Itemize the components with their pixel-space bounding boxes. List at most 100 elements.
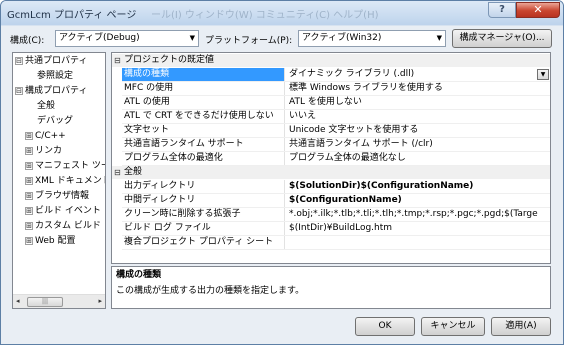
chevron-down-icon: ▼ bbox=[189, 34, 195, 42]
tree-item[interactable]: ⊞ Web 配置 bbox=[25, 235, 75, 248]
tree-item[interactable]: ⊞ リンカ bbox=[25, 145, 62, 158]
platform-combo[interactable]: アクティブ(Win32) ▼ bbox=[298, 30, 446, 47]
property-value[interactable]: $(SolutionDir)$(ConfigurationName) bbox=[287, 180, 550, 193]
property-name[interactable]: 複合プロジェクト プロパティ シート bbox=[122, 236, 285, 249]
tree-item-label: C/C++ bbox=[35, 131, 66, 141]
scrollbar-thumb[interactable]: ||| bbox=[27, 297, 63, 307]
property-value[interactable] bbox=[287, 236, 550, 249]
configuration-combo[interactable]: アクティブ(Debug) ▼ bbox=[55, 30, 199, 47]
property-name[interactable]: プログラム全体の最適化 bbox=[122, 152, 285, 165]
property-row[interactable]: 複合プロジェクト プロパティ シート bbox=[122, 236, 550, 250]
property-row[interactable]: ATL の使用 ATL を使用しない bbox=[122, 96, 550, 110]
expand-icon[interactable]: ⊞ bbox=[25, 131, 33, 140]
property-grid: ⊟ プロジェクトの既定値 構成の種類 ダイナミック ライブラリ (.dll) ▼ MFC … bbox=[111, 52, 551, 264]
property-value[interactable]: Unicode 文字セットを使用する bbox=[287, 124, 550, 137]
tree-item-label: ブラウザ情報 bbox=[35, 191, 90, 201]
property-name[interactable]: 出力ディレクトリ bbox=[122, 180, 285, 193]
ok-button[interactable]: OK bbox=[355, 317, 415, 336]
collapse-icon[interactable]: ⊟ bbox=[114, 166, 121, 179]
property-name[interactable]: 構成の種類 bbox=[122, 68, 285, 81]
tree-item-label: マニフェスト ツー bbox=[35, 161, 106, 171]
horizontal-scrollbar[interactable]: ◂ ||| ▸ bbox=[13, 294, 105, 308]
configuration-manager-button[interactable]: 構成マネージャ(O)... bbox=[452, 29, 552, 48]
configuration-value: アクティブ(Debug) bbox=[59, 33, 140, 43]
tree-item[interactable]: 参照設定 bbox=[25, 70, 73, 83]
apply-button[interactable]: 適用(A) bbox=[491, 317, 551, 336]
property-pages-dialog: GcmLcm プロパティ ページ ール(I) ウィンドウ(W) コミュニティ(C… bbox=[0, 0, 564, 345]
collapse-icon[interactable]: ⊟ bbox=[15, 86, 23, 95]
grid-category-title: プロジェクトの既定値 bbox=[124, 55, 215, 65]
property-row[interactable]: 構成の種類 ダイナミック ライブラリ (.dll) ▼ bbox=[122, 68, 550, 82]
chevron-down-icon[interactable]: ▼ bbox=[537, 69, 549, 80]
property-row[interactable]: クリーン時に削除する拡張子 *.obj;*.ilk;*.tlb;*.tli;*.t… bbox=[122, 208, 550, 222]
property-tree: ⊟ 共通プロパティ 参照設定 ⊟ 構成プロパティ 全般 デバッグ ⊞ C/C++ ⊞ リンカ ⊞ マニフ… bbox=[12, 52, 106, 309]
tree-item-label: 全般 bbox=[37, 101, 56, 111]
property-value[interactable]: ダイナミック ライブラリ (.dll) bbox=[287, 68, 550, 81]
tree-item[interactable]: ⊞ ブラウザ情報 bbox=[25, 190, 89, 203]
tree-item[interactable]: ⊟ 構成プロパティ bbox=[15, 85, 87, 98]
window-title: GcmLcm プロパティ ページ bbox=[7, 10, 137, 21]
property-row[interactable]: ビルド ログ ファイル $(IntDir)¥BuildLog.htm bbox=[122, 222, 550, 236]
expand-icon[interactable]: ⊞ bbox=[25, 161, 33, 170]
property-name[interactable]: 共通言語ランタイム サポート bbox=[122, 138, 285, 151]
background-menu-text: ール(I) ウィンドウ(W) コミュニティ(C) ヘルプ(H) bbox=[151, 10, 379, 21]
scroll-left-icon[interactable]: ◂ bbox=[16, 297, 20, 305]
property-value[interactable]: *.obj;*.ilk;*.tlb;*.tli;*.tlh;*.tmp;*.rs… bbox=[287, 208, 550, 221]
property-name[interactable]: MFC の使用 bbox=[122, 82, 285, 95]
tree-item[interactable]: ⊞ XML ドキュメント bbox=[25, 175, 106, 188]
property-value[interactable]: $(IntDir)¥BuildLog.htm bbox=[287, 222, 550, 235]
expand-icon[interactable]: ⊞ bbox=[25, 206, 33, 215]
title-bar[interactable]: GcmLcm プロパティ ページ ール(I) ウィンドウ(W) コミュニティ(C… bbox=[1, 1, 563, 25]
tree-item[interactable]: ⊟ 共通プロパティ bbox=[15, 55, 87, 68]
property-row[interactable]: 中間ディレクトリ $(ConfigurationName) bbox=[122, 194, 550, 208]
expand-icon[interactable]: ⊞ bbox=[25, 236, 33, 245]
tree-item-label: 共通プロパティ bbox=[25, 56, 88, 66]
expand-icon[interactable]: ⊞ bbox=[25, 176, 33, 185]
tree-item[interactable]: ⊞ マニフェスト ツー bbox=[25, 160, 106, 173]
property-row[interactable]: 共通言語ランタイム サポート 共通言語ランタイム サポート (/clr) bbox=[122, 138, 550, 152]
description-title: 構成の種類 bbox=[116, 270, 162, 280]
property-name[interactable]: 文字セット bbox=[122, 124, 285, 137]
collapse-icon[interactable]: ⊟ bbox=[114, 54, 121, 67]
collapse-icon[interactable]: ⊟ bbox=[15, 56, 23, 65]
tree-item-label: Web 配置 bbox=[35, 236, 76, 246]
property-name[interactable]: ATL で CRT をできるだけ使用しない bbox=[122, 110, 285, 123]
description-panel: 構成の種類 この構成が生成する出力の種類を指定します。 bbox=[111, 266, 551, 309]
property-row[interactable]: MFC の使用 標準 Windows ライブラリを使用する bbox=[122, 82, 550, 96]
expand-icon[interactable]: ⊞ bbox=[25, 146, 33, 155]
property-value[interactable]: 共通言語ランタイム サポート (/clr) bbox=[287, 138, 550, 151]
property-value[interactable]: 標準 Windows ライブラリを使用する bbox=[287, 82, 550, 95]
tree-item-label: XML ドキュメント bbox=[35, 176, 106, 186]
property-name[interactable]: クリーン時に削除する拡張子 bbox=[122, 208, 285, 221]
grid-category-header[interactable]: ⊟ プロジェクトの既定値 bbox=[112, 54, 550, 67]
cancel-button[interactable]: キャンセル bbox=[421, 317, 485, 336]
property-row[interactable]: 出力ディレクトリ $(SolutionDir)$(ConfigurationNam… bbox=[122, 180, 550, 194]
property-row[interactable]: 文字セット Unicode 文字セットを使用する bbox=[122, 124, 550, 138]
property-row[interactable]: プログラム全体の最適化 プログラム全体の最適化なし bbox=[122, 152, 550, 166]
expand-icon[interactable]: ⊞ bbox=[25, 191, 33, 200]
property-row[interactable]: ATL で CRT をできるだけ使用しない いいえ bbox=[122, 110, 550, 124]
tree-item[interactable]: デバッグ bbox=[25, 115, 73, 128]
property-name[interactable]: ATL の使用 bbox=[122, 96, 285, 109]
close-button[interactable]: ✕ bbox=[516, 2, 560, 18]
description-text: この構成が生成する出力の種類を指定します。 bbox=[116, 286, 305, 296]
property-name[interactable]: ビルド ログ ファイル bbox=[122, 222, 285, 235]
expand-icon[interactable]: ⊞ bbox=[25, 221, 33, 230]
platform-value: アクティブ(Win32) bbox=[302, 33, 382, 43]
grid-category-header[interactable]: ⊟ 全般 bbox=[112, 166, 550, 179]
configuration-label: 構成(C): bbox=[10, 36, 45, 46]
platform-label: プラットフォーム(P): bbox=[205, 36, 293, 46]
help-button[interactable]: ? bbox=[488, 2, 516, 18]
tree-item[interactable]: 全般 bbox=[25, 100, 55, 113]
scroll-right-icon[interactable]: ▸ bbox=[98, 297, 102, 305]
tree-item[interactable]: ⊞ カスタム ビルド bbox=[25, 220, 101, 233]
property-value[interactable]: ATL を使用しない bbox=[287, 96, 550, 109]
property-value[interactable]: いいえ bbox=[287, 110, 550, 123]
grid-category-title: 全般 bbox=[124, 167, 143, 177]
property-value[interactable]: $(ConfigurationName) bbox=[287, 194, 550, 207]
tree-item[interactable]: ⊞ C/C++ bbox=[25, 130, 66, 143]
tree-item[interactable]: ⊞ ビルド イベント bbox=[25, 205, 101, 218]
chevron-down-icon: ▼ bbox=[436, 34, 442, 42]
property-name[interactable]: 中間ディレクトリ bbox=[122, 194, 285, 207]
property-value[interactable]: プログラム全体の最適化なし bbox=[287, 152, 550, 165]
